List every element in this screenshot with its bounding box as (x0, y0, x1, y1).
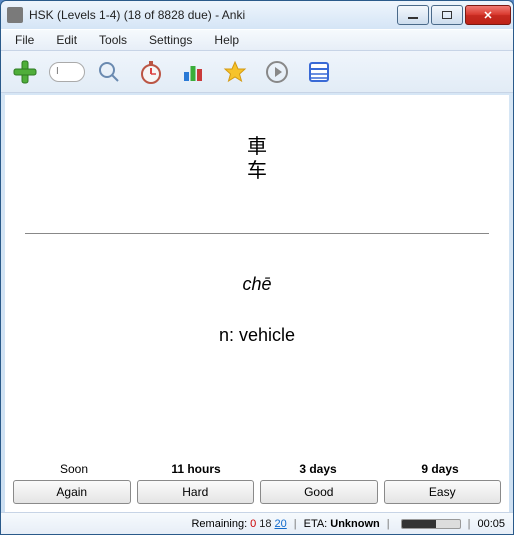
separator: | (294, 518, 297, 530)
answer-buttons: Again Hard Good Easy (13, 480, 501, 504)
app-icon (7, 7, 23, 23)
menu-help[interactable]: Help (204, 31, 249, 49)
menubar: File Edit Tools Settings Help (1, 29, 513, 51)
card-front: 車 车 (247, 135, 267, 183)
answer-area: Soon 11 hours 3 days 9 days Again Hard G… (5, 456, 509, 512)
separator-2: | (387, 518, 390, 530)
layout-button[interactable] (301, 55, 337, 89)
replay-button[interactable] (259, 55, 295, 89)
card-area: 車 车 chē n: vehicle (5, 95, 509, 456)
app-window: HSK (Levels 1-4) (18 of 8828 due) - Anki… (0, 0, 514, 535)
card-divider (25, 233, 490, 234)
eta-value: Unknown (330, 518, 380, 530)
star-icon (223, 60, 247, 84)
interval-again: Soon (13, 462, 135, 476)
remaining-learn: 18 (259, 518, 271, 530)
progress-bar (401, 519, 461, 529)
card-pinyin: chē (242, 274, 271, 295)
layout-icon (307, 60, 331, 84)
play-icon (265, 60, 289, 84)
separator-3: | (468, 518, 471, 530)
card-definition: n: vehicle (219, 325, 295, 346)
menu-file[interactable]: File (5, 31, 44, 49)
bar-chart-icon (181, 60, 205, 84)
menu-edit[interactable]: Edit (46, 31, 87, 49)
again-button[interactable]: Again (13, 480, 131, 504)
statusbar: Remaining: 0 18 20 | ETA: Unknown | | 00… (1, 512, 513, 534)
remaining-new: 0 (250, 518, 256, 530)
deck-field-text: I (56, 66, 59, 77)
maximize-button[interactable] (431, 5, 463, 25)
interval-easy: 9 days (379, 462, 501, 476)
deck-field[interactable]: I (49, 62, 85, 82)
close-icon: ✕ (483, 9, 492, 22)
stats-button[interactable] (175, 55, 211, 89)
menu-settings[interactable]: Settings (139, 31, 202, 49)
elapsed-time: 00:05 (477, 518, 505, 530)
add-button[interactable] (7, 55, 43, 89)
maximize-icon (442, 11, 452, 19)
plus-icon (12, 59, 38, 85)
remaining-review[interactable]: 20 (275, 518, 287, 530)
card-front-line1: 車 (247, 135, 267, 159)
hard-button[interactable]: Hard (137, 480, 255, 504)
eta-label: ETA: (304, 518, 328, 530)
minimize-icon (408, 17, 418, 19)
progress-fill (402, 520, 437, 528)
search-button[interactable] (91, 55, 127, 89)
titlebar[interactable]: HSK (Levels 1-4) (18 of 8828 due) - Anki… (1, 1, 513, 29)
search-icon (97, 60, 121, 84)
mark-button[interactable] (217, 55, 253, 89)
interval-good: 3 days (257, 462, 379, 476)
remaining-label: Remaining: (191, 518, 247, 530)
easy-button[interactable]: Easy (384, 480, 502, 504)
minimize-button[interactable] (397, 5, 429, 25)
card-front-line2: 车 (247, 159, 267, 183)
interval-hard: 11 hours (135, 462, 257, 476)
stopwatch-icon (138, 59, 164, 85)
menu-tools[interactable]: Tools (89, 31, 137, 49)
window-title: HSK (Levels 1-4) (18 of 8828 due) - Anki (29, 8, 245, 22)
good-button[interactable]: Good (260, 480, 378, 504)
toolbar: I (1, 51, 513, 93)
close-button[interactable]: ✕ (465, 5, 511, 25)
intervals-row: Soon 11 hours 3 days 9 days (13, 462, 501, 476)
timer-button[interactable] (133, 55, 169, 89)
